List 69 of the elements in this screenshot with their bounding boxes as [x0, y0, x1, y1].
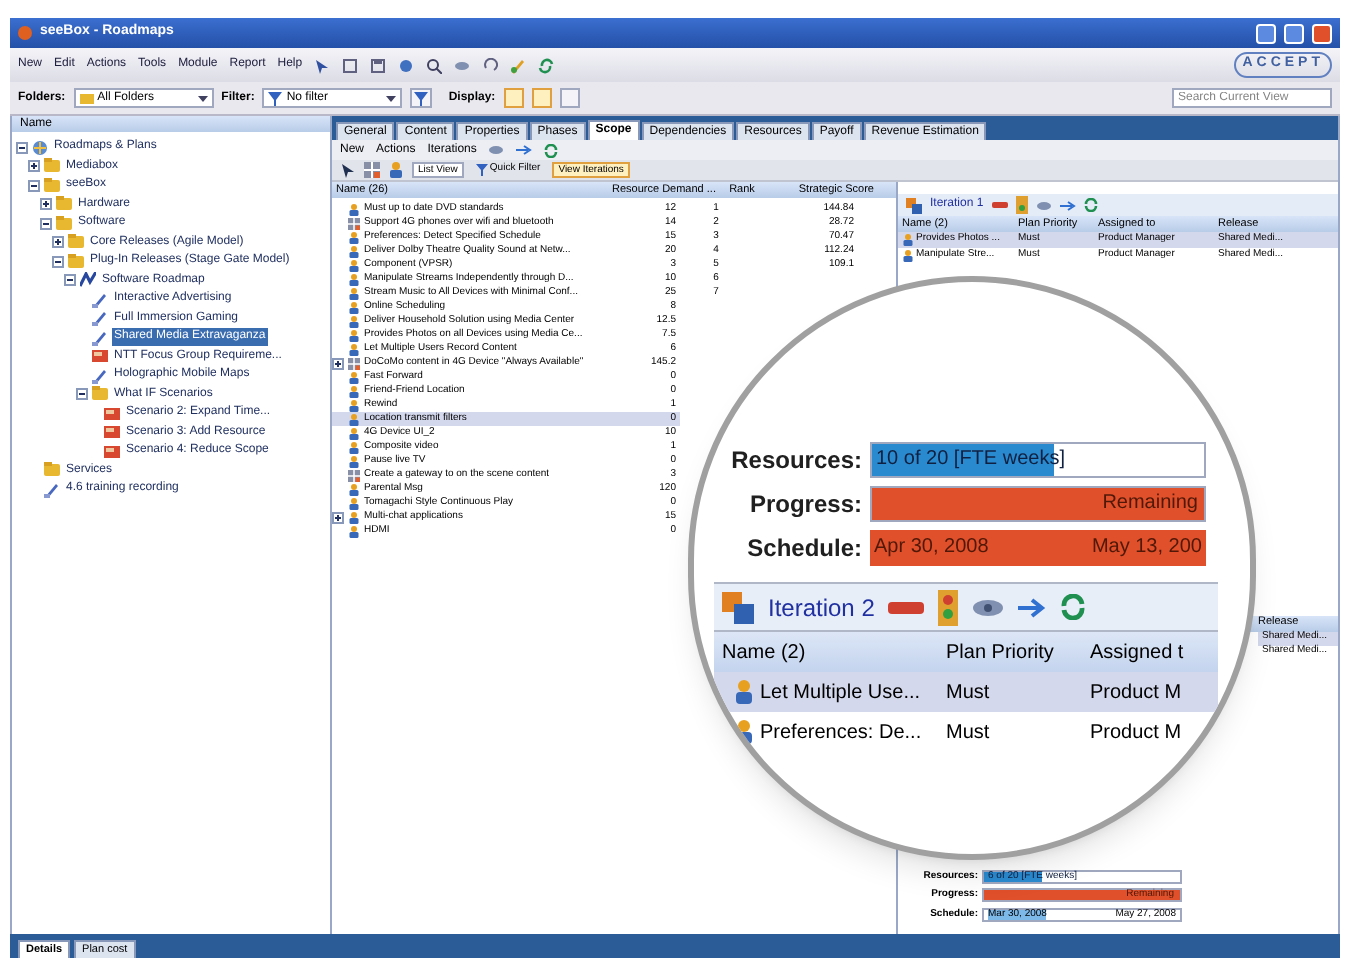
- person-icon: [348, 203, 360, 215]
- field-label: Schedule:: [745, 532, 864, 566]
- arrow-icon[interactable]: [1059, 199, 1076, 211]
- collapse-toggle-icon[interactable]: [16, 141, 28, 154]
- roadmap-icon: [80, 272, 96, 289]
- undo-icon[interactable]: [482, 57, 499, 73]
- caret-icon: [386, 93, 397, 103]
- filter-icon: [414, 91, 429, 105]
- table-cell-text: Product M: [1090, 719, 1182, 747]
- iteration-title: Iteration 2: [768, 591, 875, 625]
- arrow-icon[interactable]: [516, 144, 533, 156]
- table-cell-text: Let Multiple Use...: [760, 679, 921, 707]
- caret-icon: [197, 93, 208, 103]
- schedule-start: Apr 30, 2008: [874, 538, 989, 558]
- table-cell-text: Must: [946, 719, 990, 747]
- maximize-button[interactable]: [1284, 23, 1304, 43]
- folder-icon: [92, 386, 108, 403]
- expand-toggle-icon[interactable]: [28, 160, 40, 173]
- filter-icon: [268, 91, 283, 105]
- iteration-icon[interactable]: [722, 591, 754, 623]
- filter-button[interactable]: [410, 88, 433, 108]
- zoom-icon[interactable]: [426, 57, 443, 73]
- field-label: Progress:: [747, 488, 864, 522]
- collapse-toggle-icon[interactable]: [76, 388, 88, 401]
- app-icon: [18, 26, 32, 40]
- list-row[interactable]: Let Multiple Use... Must Product M: [714, 672, 1218, 712]
- grid-icon: [348, 357, 360, 369]
- refresh-icon[interactable]: [544, 143, 559, 157]
- collapse-toggle-icon[interactable]: [52, 255, 64, 268]
- person-icon: [902, 234, 914, 246]
- traffic-light-icon[interactable]: [938, 589, 959, 625]
- expand-toggle-icon[interactable]: [52, 236, 64, 249]
- expand-toggle-icon[interactable]: [332, 511, 344, 523]
- schedule-end: May 13, 200: [1091, 538, 1202, 558]
- close-button[interactable]: [1312, 23, 1332, 43]
- table-cell-text: Must: [946, 679, 990, 707]
- collapse-toggle-icon[interactable]: [40, 217, 52, 230]
- bar-label: Remaining: [1102, 494, 1198, 514]
- collapse-toggle-icon[interactable]: [28, 179, 40, 192]
- refresh-icon[interactable]: [1083, 198, 1098, 212]
- remove-icon[interactable]: [991, 201, 1008, 209]
- expand-toggle-icon[interactable]: [40, 198, 52, 211]
- refresh-icon[interactable]: [1060, 594, 1087, 620]
- remove-icon[interactable]: [888, 601, 925, 613]
- folder-icon: [79, 91, 94, 105]
- person-icon: [902, 250, 914, 262]
- person-icon: [734, 680, 754, 704]
- pointer-icon[interactable]: [314, 57, 331, 73]
- column-header[interactable]: Name (2): [714, 637, 938, 667]
- person-icon: [734, 720, 754, 744]
- collapse-toggle-icon[interactable]: [64, 274, 76, 287]
- list-row[interactable]: Preferences: De... Must Product M: [714, 712, 1218, 752]
- grid-icon: [348, 469, 360, 481]
- arrow-icon[interactable]: [1018, 597, 1047, 617]
- iteration-icon[interactable]: [906, 197, 922, 213]
- column-header[interactable]: Plan Priority: [938, 637, 1082, 667]
- traffic-light-icon[interactable]: [1015, 196, 1028, 214]
- person-icon[interactable]: [388, 162, 404, 178]
- field-label: Resources:: [729, 444, 864, 478]
- minimize-button[interactable]: [1256, 23, 1276, 43]
- table-cell-text: Preferences: De...: [760, 719, 922, 747]
- folder-icon: [44, 462, 60, 479]
- filter-icon: [475, 164, 488, 176]
- grid-icon: [348, 217, 360, 229]
- expand-toggle-icon[interactable]: [332, 357, 344, 369]
- grid-icon[interactable]: [364, 162, 380, 178]
- refresh-icon[interactable]: [538, 57, 555, 73]
- table-cell-text: Product M: [1090, 679, 1182, 707]
- column-header[interactable]: Assigned t: [1082, 637, 1210, 667]
